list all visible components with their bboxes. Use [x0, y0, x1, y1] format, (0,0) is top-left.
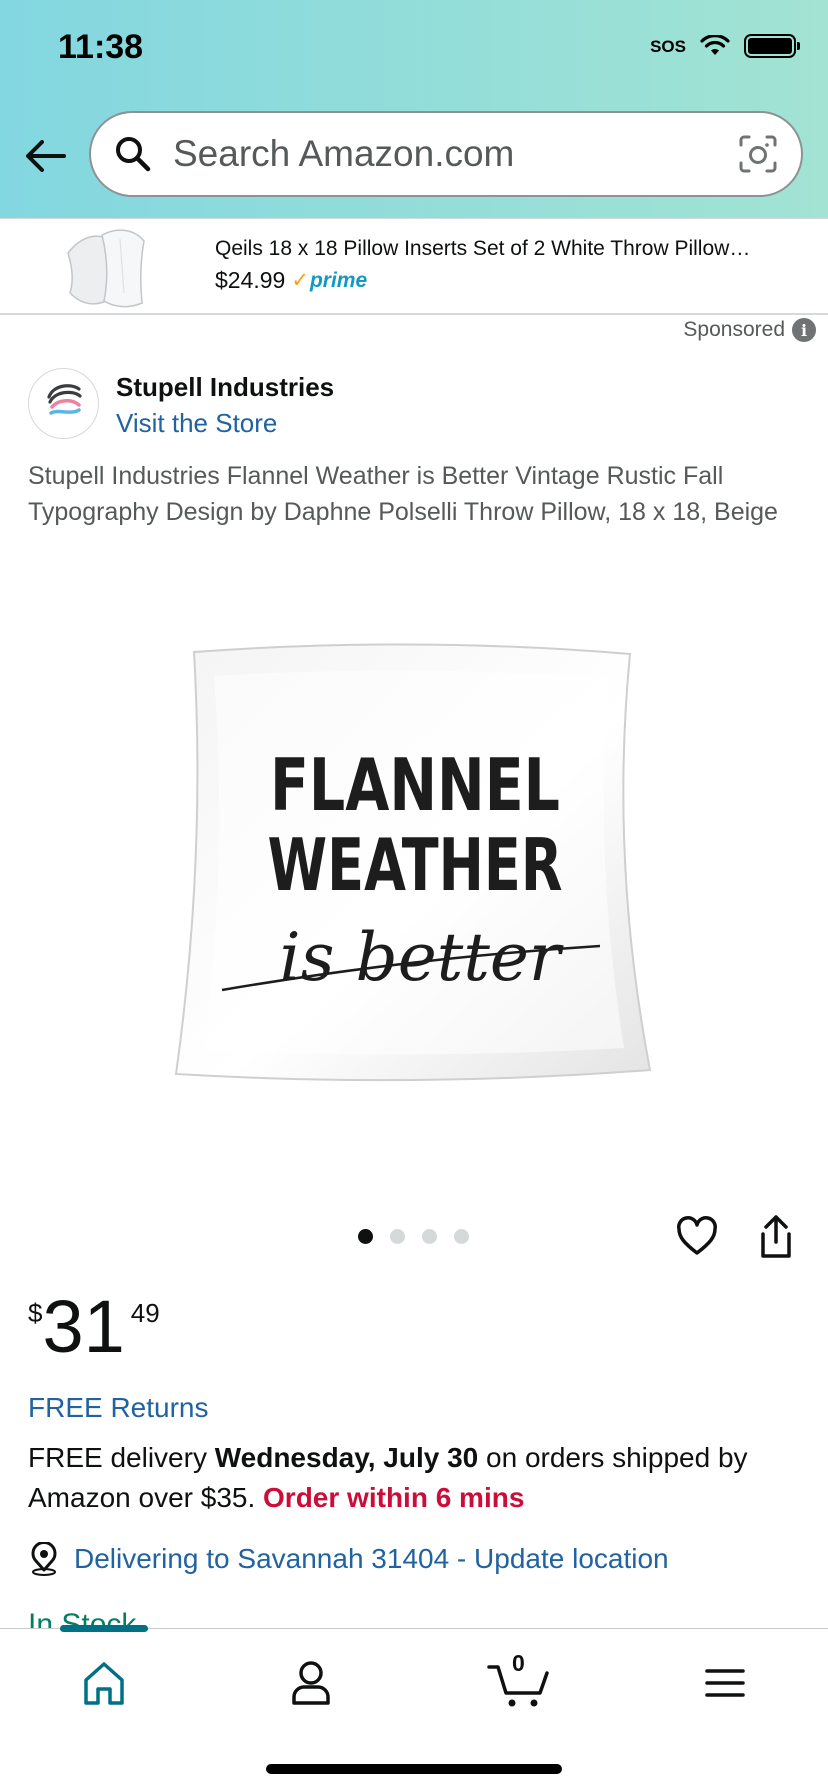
search-input[interactable]	[173, 133, 737, 175]
prime-label: prime	[309, 268, 368, 292]
price-whole: 31	[42, 1285, 125, 1368]
delivery-message: FREE delivery Wednesday, July 30 on orde…	[28, 1438, 808, 1518]
active-tab-indicator	[60, 1625, 148, 1632]
search-icon	[116, 137, 151, 172]
info-icon[interactable]: i	[792, 318, 816, 342]
store-logo[interactable]	[28, 368, 99, 439]
sponsored-ad-banner[interactable]: Qeils 18 x 18 Pillow Inserts Set of 2 Wh…	[0, 218, 828, 315]
delivery-location[interactable]: Delivering to Savannah 31404 - Update lo…	[28, 1542, 669, 1576]
pillow-script: is better	[280, 919, 564, 996]
carousel-dot-3[interactable]	[422, 1229, 437, 1244]
account-icon[interactable]	[281, 1653, 341, 1713]
camera-search-icon[interactable]	[737, 133, 779, 175]
ad-title[interactable]: Qeils 18 x 18 Pillow Inserts Set of 2 Wh…	[215, 237, 795, 261]
ad-price: $24.99	[215, 267, 286, 293]
ad-product-thumbnail	[67, 229, 145, 308]
home-indicator	[266, 1764, 562, 1774]
price-fraction: 49	[130, 1298, 160, 1328]
visit-store-link[interactable]: Visit the Store	[116, 408, 277, 439]
cart-count: 0	[512, 1650, 525, 1676]
store-name[interactable]: Stupell Industries	[116, 372, 334, 403]
status-time: 11:38	[58, 28, 144, 66]
pillow-line1: FLANNEL	[270, 743, 560, 827]
pillow-line2: WEATHER	[268, 823, 563, 907]
sponsored-text: Sponsored	[683, 318, 785, 341]
price-symbol: $	[28, 1298, 43, 1328]
carousel-dot-1[interactable]	[358, 1229, 373, 1244]
carousel-dot-4[interactable]	[454, 1229, 469, 1244]
heart-icon[interactable]	[676, 1216, 718, 1258]
product-title: Stupell Industries Flannel Weather is Be…	[28, 462, 778, 526]
ad-price-row: $24.99 ✓ prime	[215, 267, 367, 294]
sos-label: SOS	[650, 36, 686, 56]
location-pin-icon	[31, 1542, 57, 1576]
delivery-prefix: FREE delivery	[28, 1442, 215, 1473]
free-returns-link[interactable]: FREE Returns	[28, 1392, 209, 1424]
price: $ 31 49	[28, 1290, 160, 1364]
share-icon[interactable]	[757, 1214, 795, 1260]
back-arrow-icon[interactable]	[22, 132, 70, 180]
delivery-location-text[interactable]: Delivering to Savannah 31404 - Update lo…	[74, 1543, 669, 1575]
image-carousel-dots[interactable]	[358, 1229, 469, 1244]
product-image[interactable]: FLANNEL WEATHER is better	[170, 640, 660, 1090]
prime-badge: ✓ prime	[291, 268, 367, 293]
search-bar[interactable]	[89, 111, 803, 197]
battery-icon	[744, 34, 800, 58]
cart-button[interactable]: 0	[486, 1650, 552, 1713]
delivery-urgency: Order within 6 mins	[263, 1482, 525, 1513]
header: 11:38 SOS	[0, 0, 828, 218]
home-icon[interactable]	[74, 1653, 134, 1713]
store-logo-mark	[47, 384, 82, 415]
prime-check-icon: ✓	[291, 269, 309, 292]
sponsored-label[interactable]: Sponsored i	[683, 318, 816, 342]
carousel-dot-2[interactable]	[390, 1229, 405, 1244]
status-icons: SOS	[650, 34, 800, 58]
delivery-date: Wednesday, July 30	[214, 1442, 479, 1473]
wifi-icon	[700, 35, 730, 55]
menu-icon[interactable]	[695, 1653, 755, 1713]
